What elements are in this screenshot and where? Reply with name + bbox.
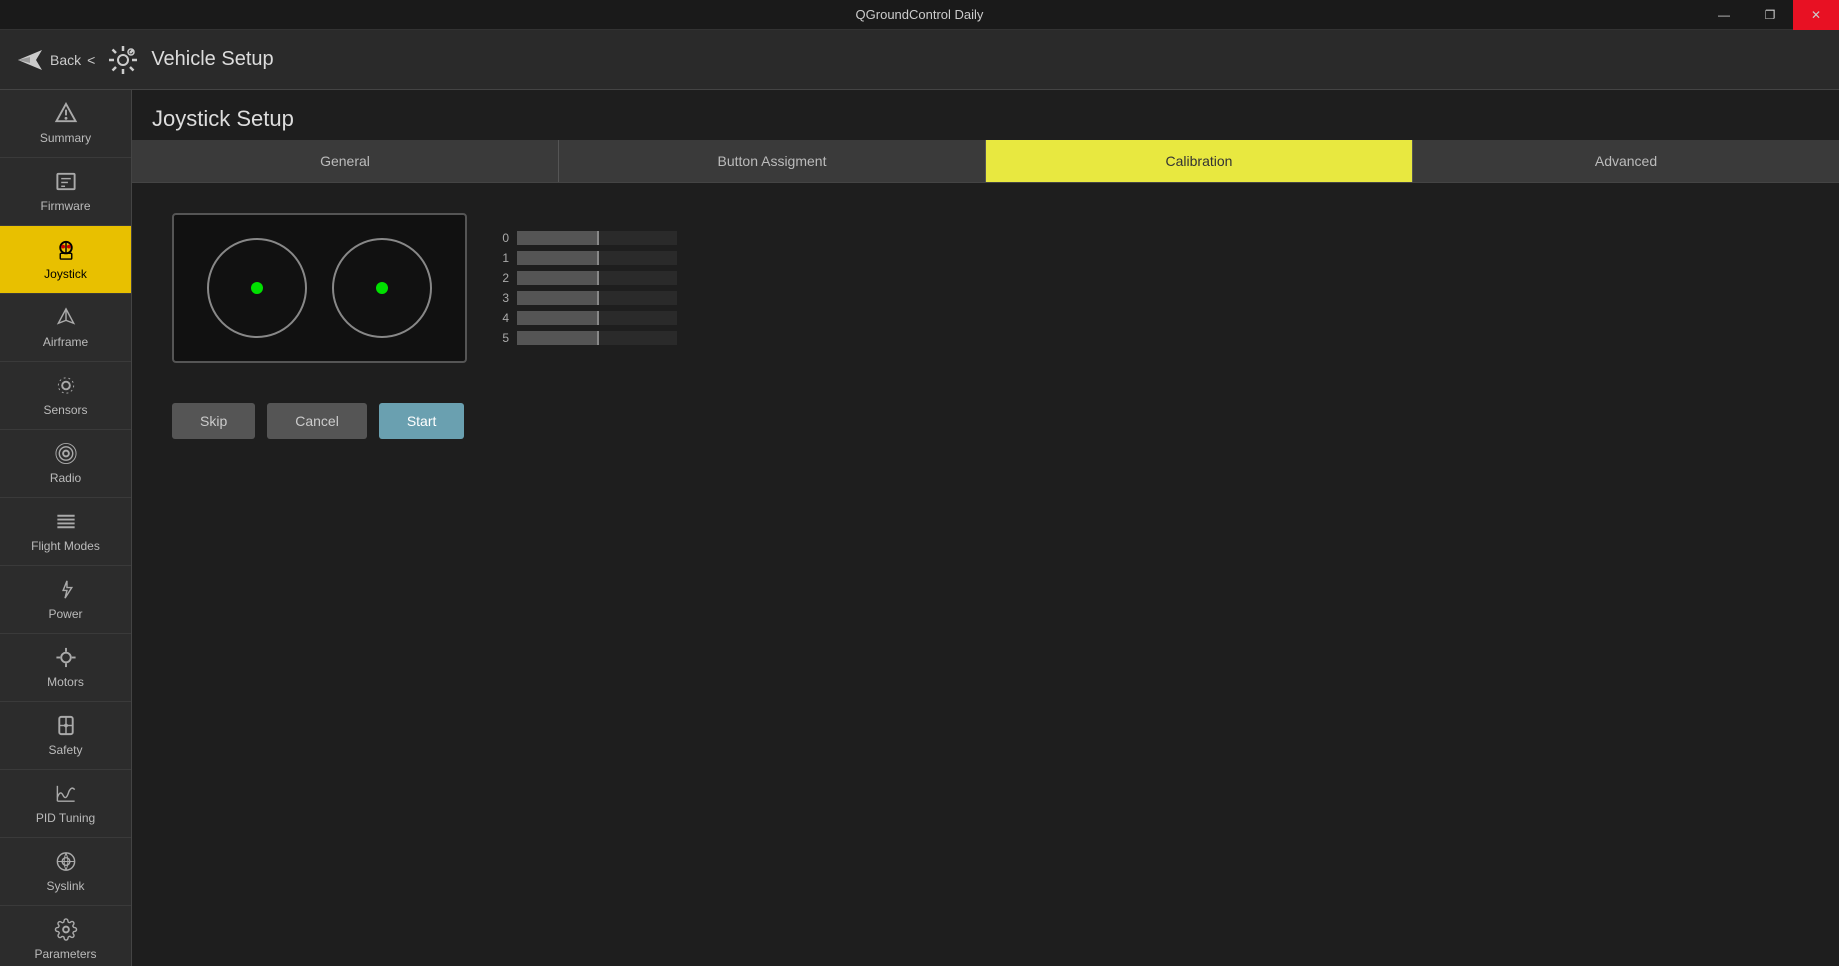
joystick-left-dot — [251, 282, 263, 294]
sidebar-item-sensors[interactable]: Sensors — [0, 362, 131, 430]
window-title: QGroundControl Daily — [856, 7, 984, 22]
sidebar-item-power[interactable]: Power — [0, 566, 131, 634]
axis-row-2: 2 — [497, 271, 677, 285]
page-title: Joystick Setup — [132, 90, 1839, 140]
sidebar-label-summary: Summary — [40, 131, 91, 145]
title-bar: QGroundControl Daily — ❐ ✕ — [0, 0, 1839, 30]
motors-icon — [54, 646, 78, 669]
sensors-icon — [54, 374, 78, 397]
sidebar: Summary Firmware Joystick — [0, 90, 132, 966]
axis-row-3: 3 — [497, 291, 677, 305]
summary-icon — [54, 102, 78, 125]
page-header-title: Vehicle Setup — [151, 48, 273, 71]
sidebar-item-radio[interactable]: Radio — [0, 430, 131, 498]
axis-label-3: 3 — [497, 291, 509, 305]
sidebar-item-flight-modes[interactable]: Flight Modes — [0, 498, 131, 566]
tab-advanced[interactable]: Advanced — [1413, 140, 1839, 182]
tab-calibration[interactable]: Calibration — [986, 140, 1413, 182]
axis-label-5: 5 — [497, 331, 509, 345]
gear-icon — [107, 44, 139, 76]
axis-label-4: 4 — [497, 311, 509, 325]
axis-row-5: 5 — [497, 331, 677, 345]
airframe-icon — [54, 306, 78, 329]
axis-row-0: 0 — [497, 231, 677, 245]
sidebar-item-parameters[interactable]: Parameters — [0, 906, 131, 966]
axis-bar-2 — [517, 271, 677, 285]
sidebar-item-pid-tuning[interactable]: PID Tuning — [0, 770, 131, 838]
syslink-icon — [54, 850, 78, 873]
joystick-display-row: 0 1 — [172, 213, 677, 363]
sidebar-item-syslink[interactable]: Syslink — [0, 838, 131, 906]
calibration-area: 0 1 — [132, 183, 1839, 966]
start-button[interactable]: Start — [379, 403, 465, 439]
axis-label-0: 0 — [497, 231, 509, 245]
sidebar-label-motors: Motors — [47, 675, 84, 689]
sidebar-label-firmware: Firmware — [41, 199, 91, 213]
sidebar-label-airframe: Airframe — [43, 335, 88, 349]
firmware-icon — [54, 170, 78, 193]
sidebar-label-joystick: Joystick — [44, 267, 87, 281]
minimize-button[interactable]: — — [1701, 0, 1747, 30]
joystick-icon — [54, 238, 78, 261]
sidebar-item-joystick[interactable]: Joystick — [0, 226, 131, 294]
power-icon — [54, 578, 78, 601]
sidebar-item-airframe[interactable]: Airframe — [0, 294, 131, 362]
skip-button[interactable]: Skip — [172, 403, 255, 439]
window-controls: — ❐ ✕ — [1701, 0, 1839, 30]
joystick-right-dot — [376, 282, 388, 294]
axis-bar-0 — [517, 231, 677, 245]
axis-bar-4 — [517, 311, 677, 325]
joystick-left — [207, 238, 307, 338]
tab-general[interactable]: General — [132, 140, 559, 182]
tab-button-assignment[interactable]: Button Assigment — [559, 140, 986, 182]
flight-modes-icon — [54, 510, 78, 533]
joystick-visual-box — [172, 213, 467, 363]
sidebar-label-pid-tuning: PID Tuning — [36, 811, 95, 825]
safety-icon — [54, 714, 78, 737]
action-buttons: Skip Cancel Start — [172, 403, 464, 439]
top-nav: Back < Vehicle Setup — [0, 30, 1839, 90]
close-button[interactable]: ✕ — [1793, 0, 1839, 30]
axis-label-2: 2 — [497, 271, 509, 285]
sidebar-item-safety[interactable]: Safety — [0, 702, 131, 770]
axis-row-1: 1 — [497, 251, 677, 265]
back-button[interactable]: Back < — [16, 46, 95, 74]
sidebar-label-power: Power — [48, 607, 82, 621]
joystick-right — [332, 238, 432, 338]
content-area: Joystick Setup General Button Assigment … — [132, 90, 1839, 966]
sidebar-label-parameters: Parameters — [34, 947, 96, 961]
sidebar-label-syslink: Syslink — [46, 879, 84, 893]
axis-label-1: 1 — [497, 251, 509, 265]
cancel-button[interactable]: Cancel — [267, 403, 367, 439]
sidebar-label-safety: Safety — [48, 743, 82, 757]
radio-icon — [54, 442, 78, 465]
sidebar-label-flight-modes: Flight Modes — [31, 539, 100, 553]
pid-tuning-icon — [54, 782, 78, 805]
axis-indicators: 0 1 — [497, 231, 677, 345]
sidebar-item-motors[interactable]: Motors — [0, 634, 131, 702]
axis-bar-1 — [517, 251, 677, 265]
tabs: General Button Assigment Calibration Adv… — [132, 140, 1839, 183]
sidebar-label-radio: Radio — [50, 471, 81, 485]
sidebar-item-firmware[interactable]: Firmware — [0, 158, 131, 226]
axis-row-4: 4 — [497, 311, 677, 325]
sidebar-item-summary[interactable]: Summary — [0, 90, 131, 158]
restore-button[interactable]: ❐ — [1747, 0, 1793, 30]
axis-bar-5 — [517, 331, 677, 345]
plane-icon — [16, 46, 44, 74]
main-layout: Summary Firmware Joystick — [0, 90, 1839, 966]
axis-bar-3 — [517, 291, 677, 305]
sidebar-label-sensors: Sensors — [43, 403, 87, 417]
parameters-icon — [54, 918, 78, 941]
